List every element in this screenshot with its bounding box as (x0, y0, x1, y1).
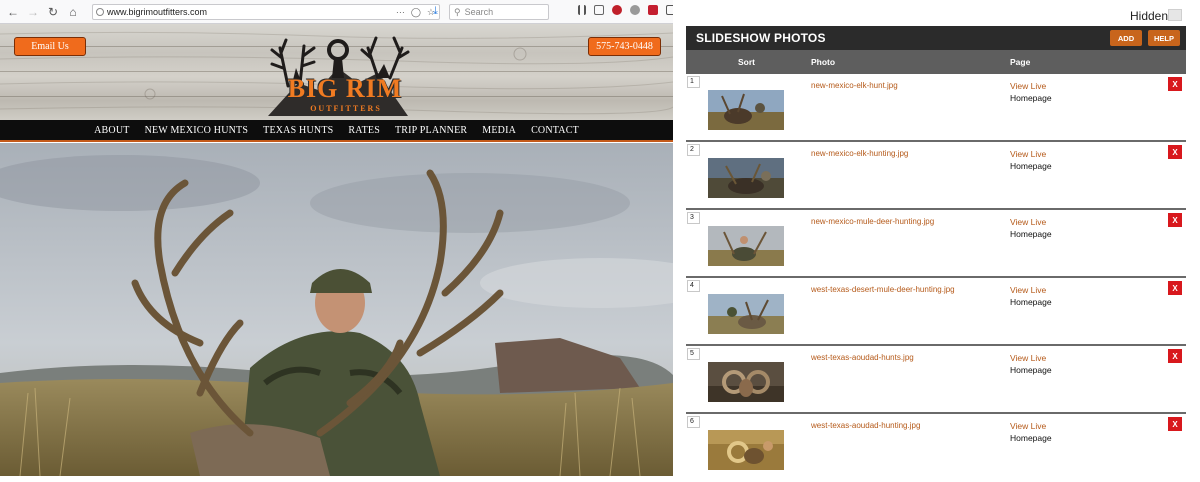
nav-media[interactable]: MEDIA (482, 125, 516, 136)
library-icon[interactable] (578, 5, 586, 15)
page-name: Homepage (1010, 229, 1052, 239)
logo-subtitle: OUTFITTERS (310, 104, 382, 113)
forward-icon[interactable]: → (26, 5, 40, 19)
page-actions-icon[interactable]: ··· (396, 7, 405, 18)
window-icon[interactable] (666, 5, 673, 15)
view-live-link[interactable]: View Live (1010, 285, 1046, 295)
panel-title: SLIDESHOW PHOTOS (696, 31, 826, 45)
nav-new-mexico-hunts[interactable]: NEW MEXICO HUNTS (145, 125, 249, 136)
search-icon: ⚲ (454, 6, 461, 17)
site-header: Email Us 575-743-0448 BIG RIM OUTFITTERS (0, 24, 673, 120)
browser-toolbar: ← → ↻ ⌂ www.bigrimoutfitters.com ··· ◯ ☆… (0, 0, 673, 24)
photo-thumbnail (708, 90, 784, 130)
nav-about[interactable]: ABOUT (94, 125, 129, 136)
page-name: Homepage (1010, 161, 1052, 171)
photo-filename[interactable]: new-mexico-elk-hunting.jpg (811, 149, 908, 158)
hero-image (0, 143, 673, 476)
extension-icons (578, 5, 673, 15)
photo-thumbnail (708, 226, 784, 266)
admin-panel: Hidden: SLIDESHOW PHOTOS ADD HELP Sort P… (686, 0, 1186, 482)
photo-filename[interactable]: west-texas-desert-mule-deer-hunting.jpg (811, 285, 955, 294)
delete-button[interactable]: X (1168, 417, 1182, 431)
nav-contact[interactable]: CONTACT (531, 125, 579, 136)
help-button[interactable]: HELP (1148, 30, 1180, 46)
sidebar-icon[interactable] (594, 5, 604, 15)
view-live-link[interactable]: View Live (1010, 217, 1046, 227)
site-navigation: ABOUT NEW MEXICO HUNTS TEXAS HUNTS RATES… (0, 120, 673, 142)
page-name: Homepage (1010, 93, 1052, 103)
search-input[interactable]: ⚲ Search (449, 4, 549, 20)
sort-field[interactable]: 4 (687, 280, 700, 292)
hidden-toggle[interactable] (1168, 9, 1182, 21)
table-header: Sort Photo Page (686, 50, 1186, 74)
download-icon[interactable]: ⤓ (433, 5, 438, 18)
page-name: Homepage (1010, 433, 1052, 443)
photo-list: 1 new-mexico-elk-hunt.jpg View Live Home… (686, 74, 1186, 482)
url-bar[interactable]: www.bigrimoutfitters.com ··· ◯ ☆ (92, 4, 440, 20)
photo-filename[interactable]: west-texas-aoudad-hunting.jpg (811, 421, 920, 430)
nav-texas-hunts[interactable]: TEXAS HUNTS (263, 125, 333, 136)
photo-thumbnail (708, 158, 784, 198)
column-page: Page (1010, 57, 1031, 67)
page-name: Homepage (1010, 297, 1052, 307)
table-row: 1 new-mexico-elk-hunt.jpg View Live Home… (686, 74, 1186, 142)
sort-field[interactable]: 5 (687, 348, 700, 360)
delete-button[interactable]: X (1168, 145, 1182, 159)
home-icon[interactable]: ⌂ (66, 5, 80, 19)
back-icon[interactable]: ← (6, 5, 20, 19)
sort-field[interactable]: 6 (687, 416, 700, 428)
table-row: 5 west-texas-aoudad-hunts.jpg View Live … (686, 346, 1186, 414)
view-live-link[interactable]: View Live (1010, 421, 1046, 431)
column-sort[interactable]: Sort (738, 57, 755, 67)
nav-trip-planner[interactable]: TRIP PLANNER (395, 125, 467, 136)
search-placeholder: Search (464, 7, 494, 17)
reload-icon[interactable]: ↻ (46, 5, 60, 19)
extension-icon[interactable] (630, 5, 640, 15)
view-live-link[interactable]: View Live (1010, 353, 1046, 363)
photo-filename[interactable]: new-mexico-elk-hunt.jpg (811, 81, 898, 90)
photo-thumbnail (708, 294, 784, 334)
browser-window: ← → ↻ ⌂ www.bigrimoutfitters.com ··· ◯ ☆… (0, 0, 673, 476)
nav-rates[interactable]: RATES (348, 125, 380, 136)
table-row: 6 west-texas-aoudad-hunting.jpg View Liv… (686, 414, 1186, 482)
view-live-link[interactable]: View Live (1010, 81, 1046, 91)
delete-button[interactable]: X (1168, 213, 1182, 227)
info-icon[interactable] (96, 8, 104, 16)
add-button[interactable]: ADD (1110, 30, 1142, 46)
table-row: 4 west-texas-desert-mule-deer-hunting.jp… (686, 278, 1186, 346)
page-name: Homepage (1010, 365, 1052, 375)
photo-thumbnail (708, 430, 784, 470)
panel-header: SLIDESHOW PHOTOS ADD HELP (686, 26, 1186, 50)
photo-filename[interactable]: new-mexico-mule-deer-hunting.jpg (811, 217, 934, 226)
photo-filename[interactable]: west-texas-aoudad-hunts.jpg (811, 353, 914, 362)
logo-title: BIG RIM (287, 74, 403, 103)
delete-button[interactable]: X (1168, 281, 1182, 295)
url-text: www.bigrimoutfitters.com (107, 7, 208, 17)
view-live-link[interactable]: View Live (1010, 149, 1046, 159)
hidden-label: Hidden: (1130, 9, 1172, 23)
sort-field[interactable]: 3 (687, 212, 700, 224)
phone-button[interactable]: 575-743-0448 (588, 37, 661, 56)
ublock-icon[interactable] (612, 5, 622, 15)
lastpass-icon[interactable] (648, 5, 658, 15)
photo-thumbnail (708, 362, 784, 402)
email-us-button[interactable]: Email Us (14, 37, 86, 56)
pocket-icon[interactable]: ◯ (411, 7, 421, 18)
delete-button[interactable]: X (1168, 349, 1182, 363)
table-row: 2 new-mexico-elk-hunting.jpg View Live H… (686, 142, 1186, 210)
table-row: 3 new-mexico-mule-deer-hunting.jpg View … (686, 210, 1186, 278)
sort-field[interactable]: 1 (687, 76, 700, 88)
sort-field[interactable]: 2 (687, 144, 700, 156)
delete-button[interactable]: X (1168, 77, 1182, 91)
column-photo: Photo (811, 57, 836, 67)
